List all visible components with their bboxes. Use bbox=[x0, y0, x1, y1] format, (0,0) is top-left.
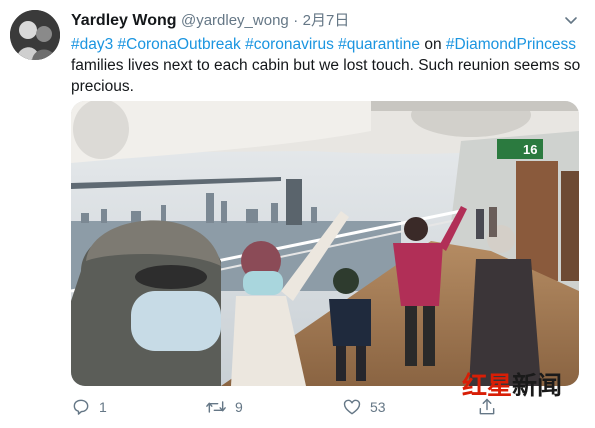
author-handle[interactable]: @yardley_wong bbox=[181, 12, 289, 29]
cruise-deck-photo: 16 bbox=[71, 101, 579, 386]
tweet-card[interactable]: Yardley Wong @yardley_wong · 2月7日 #day3 … bbox=[0, 0, 595, 428]
tweet-header: Yardley Wong @yardley_wong · 2月7日 bbox=[71, 11, 349, 31]
hashtag[interactable]: #CoronaOutbreak bbox=[118, 36, 241, 53]
hashtag[interactable]: #day3 bbox=[71, 36, 113, 53]
retweet-button[interactable]: 9 bbox=[205, 395, 243, 419]
deck-sign-label: 16 bbox=[523, 142, 537, 157]
tweet-photo[interactable]: 16 bbox=[71, 101, 579, 386]
tweet-date[interactable]: 2月7日 bbox=[303, 12, 350, 29]
watermark-black-text: 新闻 bbox=[512, 371, 563, 400]
chevron-down-icon[interactable] bbox=[563, 12, 579, 28]
retweet-icon bbox=[206, 401, 226, 413]
hashtag[interactable]: #coronavirus bbox=[245, 36, 334, 53]
hashtag[interactable]: #quarantine bbox=[338, 36, 420, 53]
reply-button[interactable]: 1 bbox=[71, 395, 107, 419]
watermark-logo: 红星新闻 bbox=[462, 366, 562, 402]
retweet-count: 9 bbox=[235, 399, 243, 415]
avatar[interactable] bbox=[10, 10, 60, 60]
reply-count: 1 bbox=[99, 399, 107, 415]
author-name[interactable]: Yardley Wong bbox=[71, 12, 177, 29]
avatar-image bbox=[10, 10, 60, 60]
like-count: 53 bbox=[370, 399, 386, 415]
reply-icon bbox=[73, 399, 89, 415]
like-button[interactable]: 53 bbox=[342, 395, 386, 419]
like-icon bbox=[343, 399, 361, 415]
tweet-text: #day3 #CoronaOutbreak #coronavirus #quar… bbox=[71, 34, 586, 97]
watermark-red-text: 红星 bbox=[462, 371, 513, 400]
text-segment: families lives next to each cabin but we… bbox=[71, 57, 581, 95]
text-segment: on bbox=[420, 36, 446, 53]
separator: · bbox=[293, 12, 299, 29]
hashtag[interactable]: #DiamondPrincess bbox=[446, 36, 576, 53]
